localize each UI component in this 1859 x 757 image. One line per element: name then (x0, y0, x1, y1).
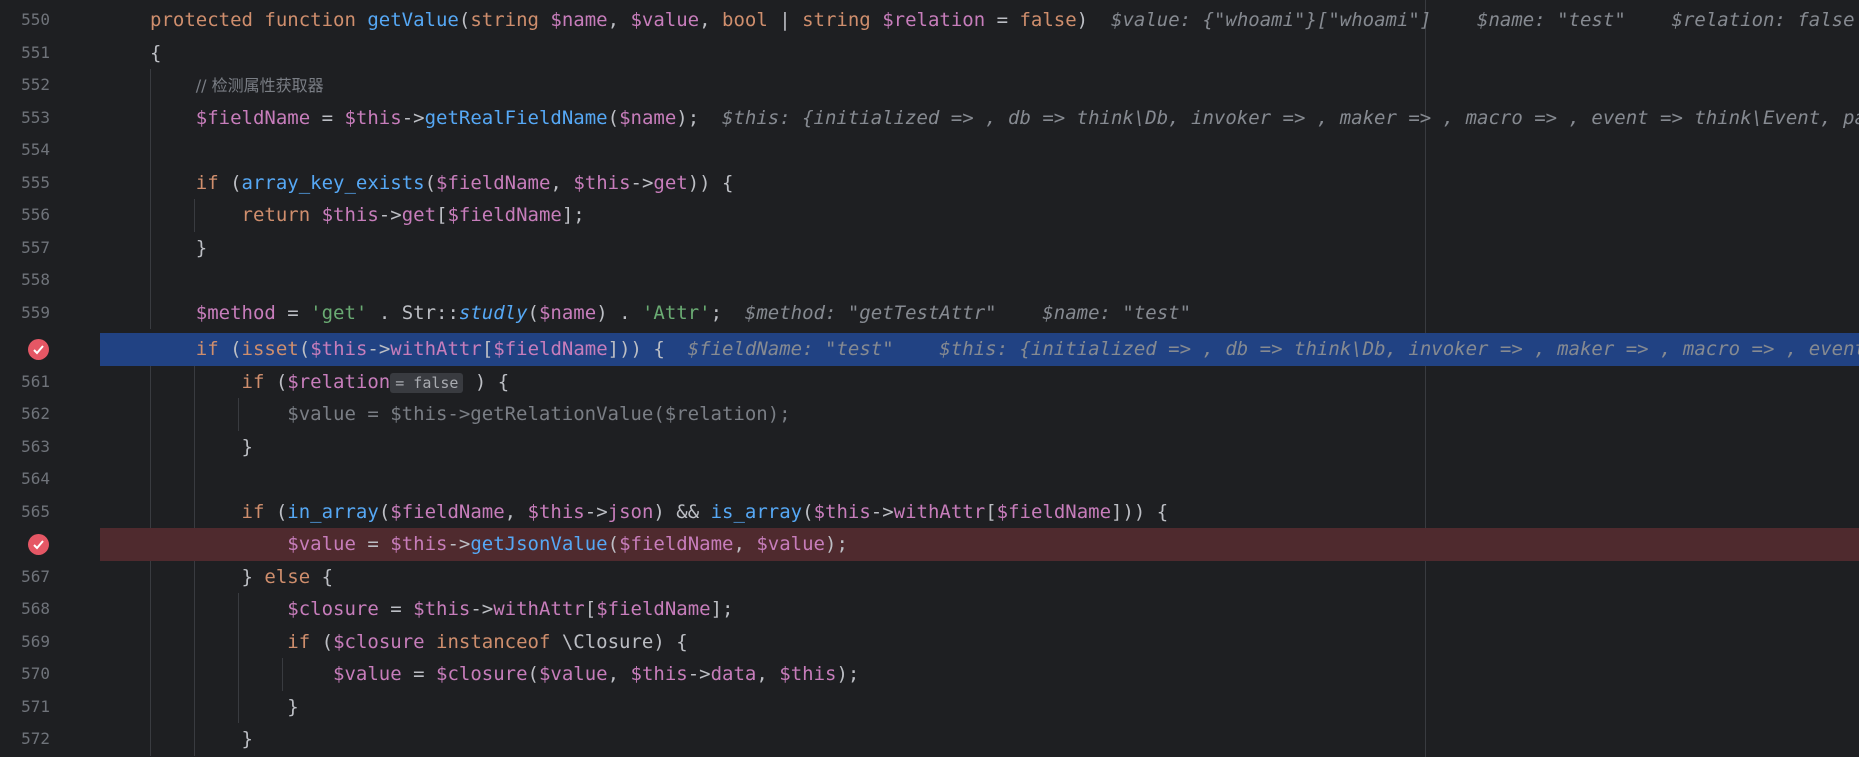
code-text: // 检测属性获取器 (150, 69, 324, 103)
code-line-572[interactable]: 572 } (0, 723, 1859, 756)
code-line-567[interactable]: 567 } else { (0, 560, 1859, 593)
code-line-552[interactable]: 552 // 检测属性获取器 (0, 69, 1859, 102)
indent-guide (194, 463, 195, 496)
debug-inline-values: $this: {initialized => , db => think\Db,… (722, 106, 1859, 129)
code-text: $method = 'get' . Str::studly($name) . '… (195, 301, 1192, 324)
line-number: 555 (21, 172, 50, 192)
line-number: 559 (21, 302, 50, 322)
line-number: 563 (21, 436, 50, 456)
debug-inline-values: $method: "getTestAttr" $name: "test" (744, 301, 1192, 324)
code-text: if ($closure instanceof \Closure) { (287, 630, 688, 653)
code-text: if (isset($this->withAttr[$fieldName])) … (150, 333, 1859, 366)
code-line-564[interactable]: 564 (0, 463, 1859, 496)
code-line-557[interactable]: 557 } (0, 231, 1859, 264)
breakpoint-icon[interactable] (28, 339, 49, 360)
gutter-560 (0, 333, 100, 366)
code-text: if (in_array($fieldName, $this->json) &&… (241, 500, 1169, 523)
indent-guide (150, 134, 151, 167)
code-line-561[interactable]: 561 if ($relation = false ) { (0, 365, 1859, 398)
code-text: } else { (150, 565, 334, 588)
code-line-571[interactable]: 571 } (0, 690, 1859, 723)
code-line-569[interactable]: 569 if ($closure instanceof \Closure) { (0, 625, 1859, 658)
code-text: return $this->get[$fieldName]; (241, 204, 585, 226)
code-text: $closure = $this->withAttr[$fieldName]; (287, 598, 734, 620)
debug-inline-values: $value: {"whoami"}["whoami"] $name: "tes… (1111, 9, 1855, 31)
code-line-551[interactable]: 551 { (0, 37, 1859, 70)
debug-inline-values: $fieldName: "test" $this: {initialized =… (687, 338, 1859, 360)
line-number: 556 (21, 205, 50, 224)
line-number: 558 (21, 270, 50, 289)
code-text: $fieldName = $this->getRealFieldName($na… (150, 102, 1859, 135)
line-number: 564 (21, 469, 50, 488)
code-text: } (150, 695, 299, 718)
code-text: $value = $this->getJsonValue($fieldName,… (287, 533, 848, 555)
code-line-565[interactable]: 565 if (in_array($fieldName, $this->json… (0, 495, 1859, 528)
line-number: 565 (21, 501, 50, 521)
inlay-hint: = false (390, 372, 464, 393)
code-line-550[interactable]: 550 protected function getValue(string $… (0, 4, 1859, 37)
code-text: if (array_key_exists($fieldName, $this->… (195, 171, 734, 194)
code-line-570[interactable]: 570 $value = $closure($value, $this->dat… (0, 658, 1859, 691)
code-text: { (150, 41, 162, 64)
line-number: 570 (21, 664, 50, 683)
code-line-559[interactable]: 559 $method = 'get' . Str::studly($name)… (0, 296, 1859, 329)
code-line-560-current-execution[interactable]: if (isset($this->withAttr[$fieldName])) … (100, 333, 1859, 366)
gutter-566 (0, 528, 100, 561)
line-number: 569 (21, 631, 50, 651)
line-number: 571 (21, 696, 50, 716)
line-number: 552 (21, 75, 50, 94)
line-number: 562 (21, 404, 50, 423)
code-text: $value = $closure($value, $this->data, $… (333, 663, 860, 685)
code-line-555[interactable]: 555 if (array_key_exists($fieldName, $th… (0, 166, 1859, 199)
code-line-556[interactable]: 556 return $this->get[$fieldName]; (0, 199, 1859, 232)
code-line-558[interactable]: 558 (0, 264, 1859, 297)
code-line-566-breakpoint[interactable]: $value = $this->getJsonValue($fieldName,… (100, 528, 1859, 561)
checkmark-icon (33, 540, 44, 550)
code-text: protected function getValue(string $name… (150, 9, 1855, 31)
code-text: } (150, 236, 208, 259)
line-number: 561 (21, 371, 50, 391)
code-line-554[interactable]: 554 (0, 134, 1859, 167)
indent-guide (150, 463, 151, 496)
checkmark-icon (33, 345, 44, 355)
breakpoint-icon[interactable] (28, 534, 49, 555)
line-number: 553 (21, 107, 50, 127)
code-line-568[interactable]: 568 $closure = $this->withAttr[$fieldNam… (0, 593, 1859, 626)
code-text: } (150, 728, 253, 750)
indent-guide (150, 264, 151, 297)
line-number: 568 (21, 599, 50, 618)
code-text: } (150, 435, 253, 458)
line-number: 572 (21, 729, 50, 748)
code-editor[interactable]: 550 protected function getValue(string $… (0, 0, 1859, 757)
code-line-553[interactable]: 553 $fieldName = $this->getRealFieldName… (0, 101, 1859, 135)
code-text: $value = $this->getRelationValue($relati… (150, 403, 791, 425)
code-line-563[interactable]: 563 } (0, 430, 1859, 463)
line-number: 567 (21, 566, 50, 586)
line-number: 557 (21, 237, 50, 257)
code-line-562[interactable]: 562 $value = $this->getRelationValue($re… (0, 398, 1859, 431)
line-number: 550 (21, 10, 50, 29)
line-number: 554 (21, 140, 50, 159)
line-number: 551 (21, 42, 50, 62)
code-text: if ($relation = false ) { (241, 370, 510, 393)
code-comment: // 检测属性获取器 (195, 76, 324, 95)
